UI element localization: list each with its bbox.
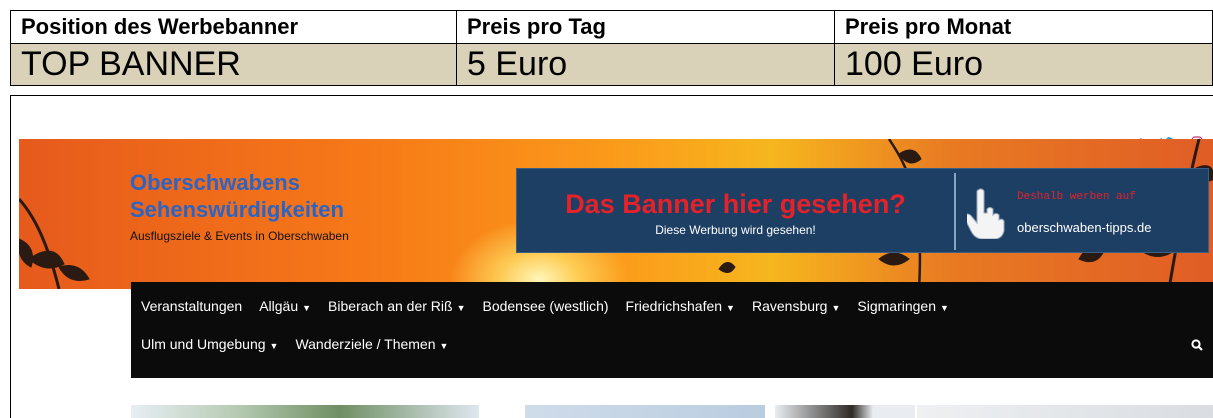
- nav-item-label: Ravensburg: [751, 298, 828, 314]
- ad-subtitle: Diese Werbung wird gesehen!: [655, 223, 816, 237]
- chevron-down-icon: ▼: [302, 303, 312, 313]
- value-price-month: 100 Euro: [834, 43, 1213, 86]
- nav-item-biberach-an-der-riß[interactable]: Biberach an der Riß ▼: [328, 298, 465, 314]
- chevron-down-icon: ▼: [269, 341, 279, 351]
- ad-divider: [954, 173, 956, 250]
- header-position: Position des Werbebanner: [10, 10, 457, 44]
- featured-image-3[interactable]: [775, 405, 915, 418]
- main-navigation: Veranstaltungen Allgäu ▼ Biberach an der Ri…: [131, 282, 1213, 378]
- site-header: Oberschwabens Sehenswürdigkeiten Ausflug…: [19, 139, 1213, 289]
- value-price-day: 5 Euro: [456, 43, 835, 86]
- nav-item-friedrichshafen[interactable]: Friedrichshafen ▼: [626, 298, 735, 314]
- ad-kicker: Deshalb werben auf: [1017, 191, 1136, 203]
- chevron-down-icon: ▼: [439, 341, 449, 351]
- chevron-down-icon: ▼: [831, 303, 841, 313]
- ad-banner[interactable]: Das Banner hier gesehen? Diese Werbung w…: [516, 168, 1209, 253]
- chevron-down-icon: ▼: [726, 303, 735, 313]
- featured-image-2[interactable]: [525, 405, 765, 418]
- nav-item-sigmaringen[interactable]: Sigmaringen ▼: [857, 298, 949, 314]
- nav-item-veranstaltungen[interactable]: Veranstaltungen: [141, 298, 242, 314]
- price-table: Position des Werbebanner Preis pro Tag P…: [10, 10, 1213, 86]
- value-position: TOP BANNER: [10, 43, 457, 86]
- price-table-value-row: TOP BANNER 5 Euro 100 Euro: [10, 43, 1213, 86]
- nav-row-1: Veranstaltungen Allgäu ▼ Biberach an der Ri…: [141, 298, 966, 314]
- nav-item-label: Biberach an der Riß: [328, 298, 453, 314]
- site-brand[interactable]: Oberschwabens Sehenswürdigkeiten Ausflug…: [130, 169, 349, 243]
- nav-item-allgäu[interactable]: Allgäu ▼: [259, 298, 311, 314]
- nav-item-label: Sigmaringen: [857, 298, 936, 314]
- chevron-down-icon: ▼: [456, 303, 466, 313]
- ad-right-panel: Deshalb werben auf oberschwaben-tipps.de: [959, 169, 1209, 252]
- nav-item-label: Friedrichshafen: [625, 298, 723, 314]
- pointing-hand-icon: [967, 188, 1005, 239]
- chevron-down-icon: ▼: [940, 303, 949, 313]
- nav-item-wanderziele-themen[interactable]: Wanderziele / Themen ▼: [295, 336, 448, 352]
- nav-item-ulm-und-umgebung[interactable]: Ulm und Umgebung ▼: [141, 336, 278, 352]
- nav-item-bodensee-westlich[interactable]: Bodensee (westlich): [482, 298, 608, 314]
- nav-item-label: Bodensee (westlich): [482, 298, 609, 314]
- nav-row-2: Ulm und Umgebung ▼ Wanderziele / Themen ▼: [141, 336, 465, 352]
- site-title-line1: Oberschwabens: [130, 170, 300, 195]
- featured-image-1[interactable]: [131, 405, 479, 418]
- website-screenshot: f Oberschw: [10, 95, 1213, 418]
- ad-title: Das Banner hier gesehen?: [565, 189, 906, 219]
- ad-left-panel: Das Banner hier gesehen? Diese Werbung w…: [517, 169, 954, 252]
- featured-image-4[interactable]: [917, 405, 1213, 418]
- nav-item-label: Veranstaltungen: [141, 298, 243, 314]
- featured-images-strip: [131, 405, 1213, 418]
- site-title-line2: Sehenswürdigkeiten: [130, 197, 344, 222]
- nav-item-label: Wanderziele / Themen: [295, 336, 436, 352]
- ad-url: oberschwaben-tipps.de: [1017, 220, 1152, 235]
- nav-item-label: Ulm und Umgebung: [141, 336, 266, 352]
- site-tagline: Ausflugsziele & Events in Oberschwaben: [130, 229, 349, 243]
- header-price-day: Preis pro Tag: [456, 10, 835, 44]
- nav-item-ravensburg[interactable]: Ravensburg ▼: [752, 298, 840, 314]
- search-icon[interactable]: [1191, 338, 1203, 356]
- header-price-month: Preis pro Monat: [834, 10, 1213, 44]
- price-table-header-row: Position des Werbebanner Preis pro Tag P…: [10, 10, 1213, 44]
- nav-item-label: Allgäu: [259, 298, 299, 314]
